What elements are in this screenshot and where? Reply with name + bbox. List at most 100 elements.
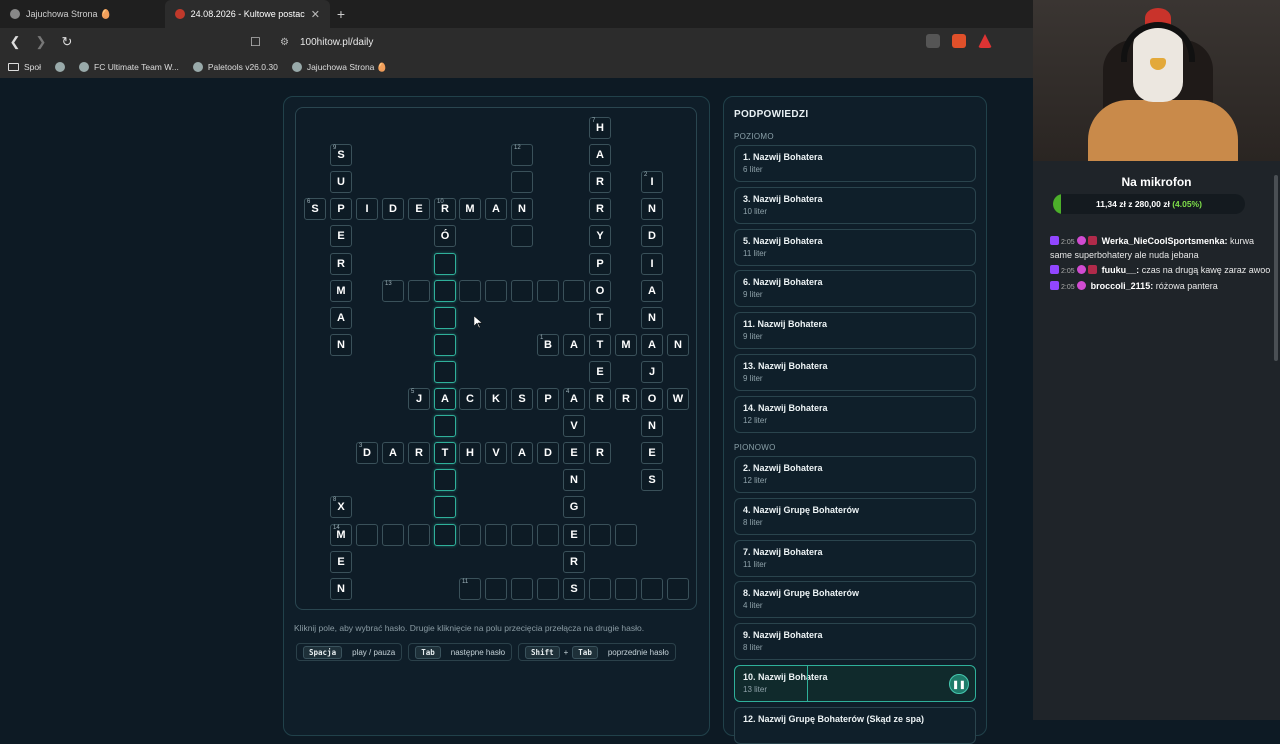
new-tab-button[interactable]: + xyxy=(330,0,352,28)
clue-item[interactable]: 2. Nazwij Bohatera 12 liter xyxy=(734,456,976,493)
crossword-cell[interactable] xyxy=(434,253,456,275)
crossword-cell[interactable]: P xyxy=(537,388,559,410)
crossword-cell[interactable]: D xyxy=(641,225,663,247)
crossword-cell[interactable]: A xyxy=(589,144,611,166)
crossword-cell[interactable]: A xyxy=(485,198,507,220)
crossword-cell[interactable] xyxy=(589,578,611,600)
crossword-cell[interactable]: V xyxy=(563,415,585,437)
bookmark-jajuchowa[interactable]: Jajuchowa Strona 🥚 xyxy=(291,62,387,73)
brave-rewards-icon[interactable] xyxy=(978,34,992,48)
crossword-cell[interactable]: B1 xyxy=(537,334,559,356)
crossword-cell[interactable] xyxy=(641,578,663,600)
brave-shield-icon[interactable] xyxy=(952,34,966,48)
crossword-cell[interactable]: C xyxy=(459,388,481,410)
crossword-cell[interactable]: A xyxy=(382,442,404,464)
crossword-cell[interactable] xyxy=(537,578,559,600)
crossword-cell[interactable]: T xyxy=(589,307,611,329)
crossword-cell[interactable]: J5 xyxy=(408,388,430,410)
crossword-cell[interactable]: E xyxy=(589,361,611,383)
crossword-cell[interactable]: I xyxy=(356,198,378,220)
clue-item[interactable]: 14. Nazwij Bohatera 12 liter xyxy=(734,395,976,433)
crossword-cell[interactable]: W xyxy=(667,388,689,410)
forward-icon[interactable]: ❯ xyxy=(30,34,52,50)
crossword-cell[interactable]: O xyxy=(589,280,611,302)
crossword-cell[interactable] xyxy=(434,415,456,437)
crossword-cell[interactable]: T xyxy=(434,442,456,464)
bookmark-icon[interactable]: ☐ xyxy=(250,35,266,49)
crossword-cell[interactable]: M xyxy=(459,198,481,220)
clue-item[interactable]: 4. Nazwij Grupę Bohaterów 8 liter xyxy=(734,497,976,535)
clue-item[interactable]: 12. Nazwij Grupę Bohaterów (Skąd ze spa) xyxy=(734,706,976,744)
crossword-cell[interactable]: H7 xyxy=(589,117,611,139)
crossword-cell[interactable]: N xyxy=(330,578,352,600)
crossword-cell[interactable] xyxy=(459,524,481,546)
clue-item[interactable]: 13. Nazwij Bohatera 9 liter xyxy=(734,354,976,391)
crossword-cell[interactable]: R xyxy=(589,442,611,464)
crossword-cell[interactable]: K xyxy=(485,388,507,410)
crossword-cell[interactable] xyxy=(408,280,430,302)
crossword-cell[interactable]: E xyxy=(641,442,663,464)
crossword-cell[interactable]: R xyxy=(408,442,430,464)
crossword-cell[interactable] xyxy=(667,578,689,600)
crossword-cell[interactable]: D xyxy=(537,442,559,464)
crossword-cell[interactable]: R xyxy=(589,388,611,410)
crossword-cell[interactable]: J xyxy=(641,361,663,383)
bookmark-folder[interactable]: Społ xyxy=(8,62,41,72)
crossword-cell[interactable]: E xyxy=(408,198,430,220)
crossword-cell[interactable] xyxy=(537,524,559,546)
crossword-cell[interactable]: A xyxy=(563,334,585,356)
crossword-cell[interactable]: E xyxy=(330,551,352,573)
clue-item[interactable]: 10. Nazwij Bohatera 13 liter ❚❚ xyxy=(734,665,976,702)
crossword-cell[interactable]: I2 xyxy=(641,171,663,193)
crossword-cell[interactable] xyxy=(434,361,456,383)
translate-icon[interactable] xyxy=(926,34,940,48)
crossword-cell[interactable]: S9 xyxy=(330,144,352,166)
crossword-cell[interactable]: D3 xyxy=(356,442,378,464)
crossword-cell[interactable]: E xyxy=(563,524,585,546)
crossword-cell[interactable] xyxy=(485,280,507,302)
crossword-cell[interactable]: O xyxy=(641,388,663,410)
crossword-cell[interactable] xyxy=(615,524,637,546)
crossword-cell[interactable]: R 10 xyxy=(434,198,456,220)
crossword-cell[interactable] xyxy=(356,524,378,546)
crossword-cell[interactable]: I xyxy=(641,253,663,275)
crossword-cell[interactable] xyxy=(511,524,533,546)
crossword-cell[interactable] xyxy=(537,280,559,302)
clue-item[interactable]: 5. Nazwij Bohatera 11 liter xyxy=(734,228,976,266)
crossword-cell[interactable]: M xyxy=(330,280,352,302)
tab-jajuchowa[interactable]: Jajuchowa Strona 🥚 xyxy=(0,0,165,28)
crossword-cell[interactable]: N xyxy=(330,334,352,356)
chat-scrollbar[interactable] xyxy=(1274,175,1278,361)
crossword-cell[interactable]: A xyxy=(434,388,456,410)
crossword-cell[interactable]: 12 xyxy=(511,144,533,166)
tab-kultowe[interactable]: 24.08.2026 - Kultowe postaci ✕ xyxy=(165,0,330,28)
crossword-cell[interactable]: R xyxy=(589,198,611,220)
crossword-cell[interactable]: S xyxy=(563,578,585,600)
crossword-cell[interactable] xyxy=(408,524,430,546)
crossword-cell[interactable]: R xyxy=(563,551,585,573)
crossword-cell[interactable] xyxy=(434,469,456,491)
crossword-cell[interactable]: R xyxy=(589,171,611,193)
crossword-cell[interactable]: M 14 xyxy=(330,524,352,546)
crossword-cell[interactable]: P xyxy=(330,198,352,220)
crossword-cell[interactable]: 13 xyxy=(382,280,404,302)
crossword-cell[interactable] xyxy=(459,280,481,302)
reload-icon[interactable]: ↻ xyxy=(56,34,78,50)
crossword-cell[interactable] xyxy=(511,280,533,302)
clue-item[interactable]: 8. Nazwij Grupę Bohaterów 4 liter xyxy=(734,581,976,619)
clue-item[interactable]: 9. Nazwij Bohatera 8 liter xyxy=(734,623,976,661)
crossword-cell[interactable]: D xyxy=(382,198,404,220)
crossword-cell[interactable]: N xyxy=(667,334,689,356)
crossword-cell[interactable]: U xyxy=(330,171,352,193)
crossword-cell[interactable]: N xyxy=(641,307,663,329)
crossword-cell[interactable]: X8 xyxy=(330,496,352,518)
bookmark-globe[interactable] xyxy=(55,62,66,72)
crossword-cell[interactable]: R xyxy=(615,388,637,410)
crossword-cell[interactable]: N xyxy=(641,198,663,220)
crossword-cell[interactable]: S xyxy=(641,469,663,491)
site-settings-icon[interactable]: ⚙ xyxy=(280,37,294,48)
crossword-cell[interactable]: V xyxy=(485,442,507,464)
crossword-cell[interactable]: N xyxy=(641,415,663,437)
crossword-cell[interactable]: M xyxy=(615,334,637,356)
back-icon[interactable]: ❮ xyxy=(4,34,26,50)
